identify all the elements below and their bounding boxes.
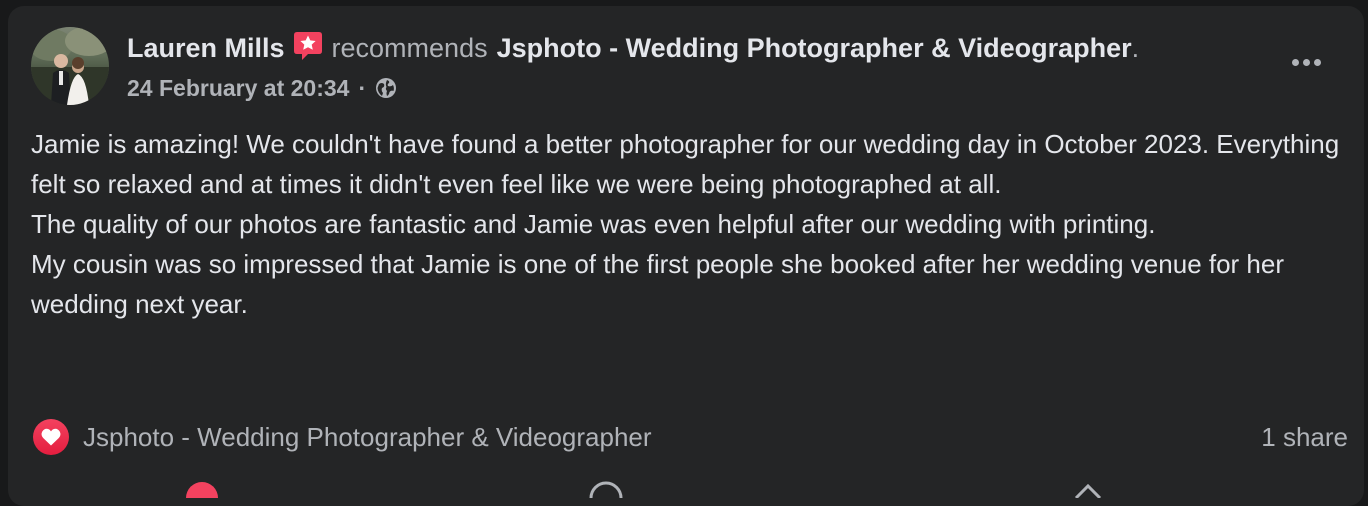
post-card: Lauren Mills recommends Jsphoto - Weddin… bbox=[8, 6, 1364, 506]
more-dot bbox=[1291, 58, 1299, 66]
post-body: Jamie is amazing! We couldn't have found… bbox=[31, 124, 1351, 324]
share-action-icon[interactable] bbox=[1066, 478, 1106, 498]
love-reaction-icon[interactable] bbox=[33, 419, 69, 455]
post-header: Lauren Mills recommends Jsphoto - Weddin… bbox=[127, 30, 1139, 66]
more-dot bbox=[1313, 58, 1321, 66]
post-footer: Jsphoto - Wedding Photographer & Videogr… bbox=[33, 416, 1348, 458]
meta-separator: · bbox=[358, 74, 367, 101]
post-paragraph: My cousin was so impressed that Jamie is… bbox=[31, 249, 1285, 319]
comment-action-icon[interactable] bbox=[586, 478, 626, 498]
post-paragraph: The quality of our photos are fantastic … bbox=[31, 209, 1156, 239]
globe-icon[interactable] bbox=[374, 76, 398, 100]
more-options-button[interactable] bbox=[1280, 42, 1332, 82]
author-name[interactable]: Lauren Mills bbox=[127, 33, 285, 64]
post-timestamp[interactable]: 24 February at 20:34 bbox=[127, 75, 349, 102]
avatar-photo bbox=[31, 27, 109, 105]
header-period: . bbox=[1131, 32, 1140, 63]
recommends-label: recommends bbox=[331, 32, 488, 63]
recommendation-star-icon bbox=[292, 30, 324, 62]
post-meta: 24 February at 20:34 · bbox=[127, 72, 398, 104]
reaction-summary[interactable]: Jsphoto - Wedding Photographer & Videogr… bbox=[83, 416, 652, 458]
recommended-page-link[interactable]: Jsphoto - Wedding Photographer & Videogr… bbox=[497, 33, 1132, 64]
share-count[interactable]: 1 share bbox=[1261, 416, 1348, 458]
more-dot bbox=[1302, 58, 1310, 66]
avatar[interactable] bbox=[31, 27, 109, 105]
post-paragraph: Jamie is amazing! We couldn't have found… bbox=[31, 129, 1340, 199]
like-action-icon[interactable] bbox=[182, 478, 222, 498]
